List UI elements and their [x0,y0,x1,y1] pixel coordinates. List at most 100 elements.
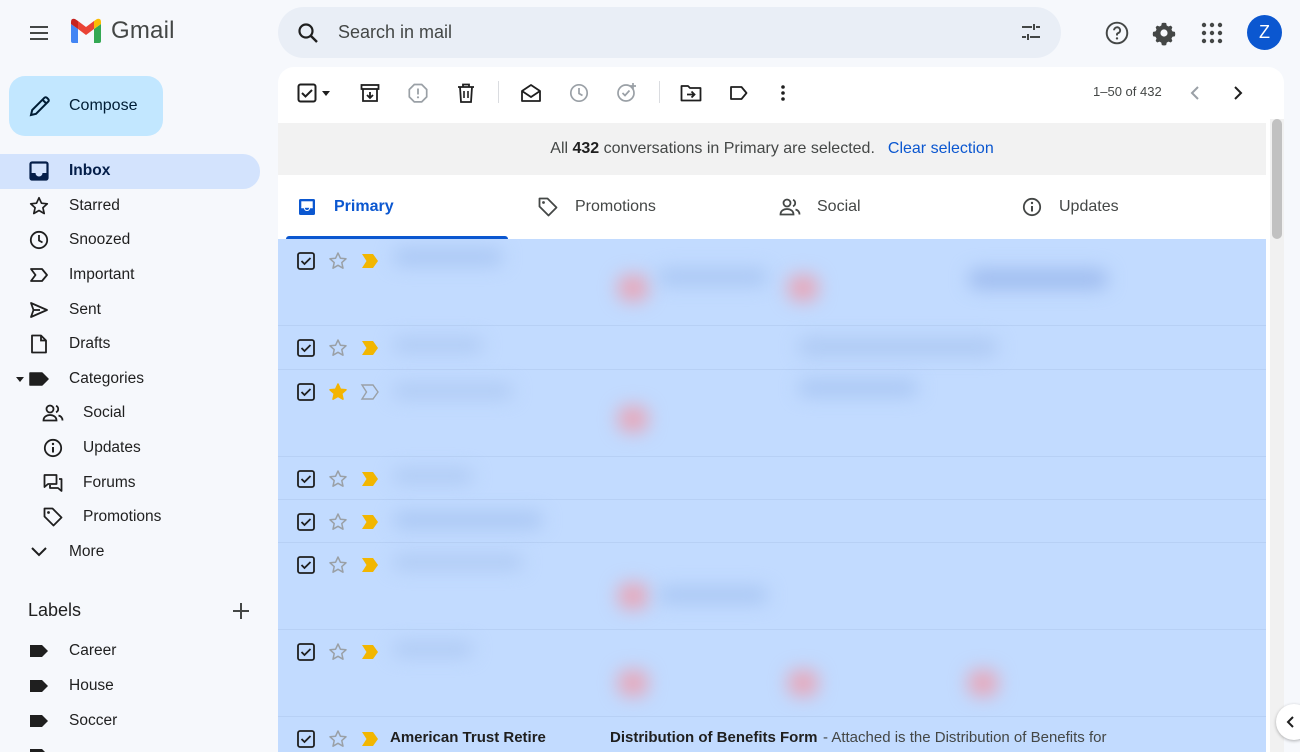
row-checkbox[interactable] [296,338,316,358]
important-marker-icon[interactable] [360,383,380,401]
important-marker-icon[interactable] [360,643,380,661]
sidebar-item-inbox[interactable]: Inbox [0,154,260,189]
newer-page-button[interactable] [1183,81,1207,105]
sidebar-item-promotions[interactable]: Promotions [0,500,260,535]
important-marker-icon[interactable] [360,730,380,748]
star-icon[interactable] [328,338,348,358]
row-checkbox[interactable] [296,555,316,575]
label-item-career[interactable]: Career [0,634,260,668]
report-spam-button[interactable] [406,81,430,105]
email-row[interactable] [278,543,1266,630]
tab-social[interactable]: Social [761,175,991,239]
select-menu-button[interactable] [318,81,334,105]
tab-updates[interactable]: Updates [1003,175,1233,239]
important-marker-icon[interactable] [360,252,380,270]
inbox-icon [28,160,50,182]
row-checkbox[interactable] [296,512,316,532]
label-icon [28,710,50,732]
row-checkbox[interactable] [296,729,316,749]
star-icon[interactable] [328,642,348,662]
compose-button[interactable]: Compose [9,76,163,136]
older-page-button[interactable] [1226,81,1250,105]
row-checkbox[interactable] [296,251,316,271]
email-row[interactable]: American Trust Retire Distribution of Be… [278,717,1266,752]
add-task-icon [617,83,636,102]
app-name: Gmail [111,17,175,44]
search-input[interactable] [338,22,978,43]
row-checkbox[interactable] [296,382,316,402]
sidebar-item-label: Social [83,404,126,422]
blurred-sender [393,555,523,569]
star-icon[interactable] [328,512,348,532]
forum-icon [42,472,64,494]
archive-icon [360,84,380,102]
sidebar-item-label: Forums [83,473,136,491]
email-row[interactable] [278,370,1266,457]
main-menu-button[interactable] [19,13,59,53]
sidebar-item-important[interactable]: Important [0,258,260,293]
label-item-partial[interactable] [0,738,260,752]
support-button[interactable] [1097,13,1137,53]
chevron-down-icon [28,541,50,563]
tab-primary[interactable]: Primary [278,175,508,239]
labels-button[interactable] [727,81,751,105]
search-bar[interactable] [278,7,1061,58]
important-marker-icon[interactable] [360,339,380,357]
sidebar-item-categories[interactable]: Categories [0,362,260,397]
more-actions-button[interactable] [771,81,795,105]
move-to-button[interactable] [679,81,703,105]
scrollbar[interactable] [1270,119,1284,752]
archive-button[interactable] [358,81,382,105]
delete-button[interactable] [454,81,478,105]
spam-icon [408,83,428,103]
account-avatar[interactable]: Z [1247,15,1282,50]
sidebar-item-snoozed[interactable]: Snoozed [0,223,260,258]
sidebar-item-drafts[interactable]: Drafts [0,327,260,362]
sidebar-item-updates[interactable]: Updates [0,431,260,466]
create-label-button[interactable] [228,598,254,624]
sidebar-item-label: More [69,542,105,560]
important-icon [28,264,50,286]
sidebar-item-label: Categories [69,369,144,387]
gmail-logo[interactable]: Gmail [69,17,175,45]
email-row[interactable] [278,457,1266,500]
star-icon[interactable] [328,469,348,489]
star-icon[interactable] [328,555,348,575]
select-all-checkbox[interactable] [295,81,319,105]
scrollbar-thumb[interactable] [1272,119,1282,239]
sidebar-item-social[interactable]: Social [0,396,260,431]
label-item-soccer[interactable]: Soccer [0,704,260,738]
sidebar-item-label: Updates [83,439,141,457]
star-icon[interactable] [328,729,348,749]
snooze-button[interactable] [567,81,591,105]
sidebar-item-label: Snoozed [69,231,131,249]
star-icon[interactable] [328,382,348,402]
row-checkbox[interactable] [296,469,316,489]
important-marker-icon[interactable] [360,556,380,574]
label-item-house[interactable]: House [0,669,260,703]
sidebar-item-label: Promotions [83,508,162,526]
blurred-attachment [618,406,648,432]
search-options-icon[interactable] [1019,20,1043,44]
important-marker-icon[interactable] [360,513,380,531]
clear-selection-link[interactable]: Clear selection [888,140,994,158]
sidebar-item-more[interactable]: More [0,535,260,570]
sidebar-item-forums[interactable]: Forums [0,465,260,500]
star-icon[interactable] [328,251,348,271]
email-row[interactable] [278,630,1266,717]
add-to-tasks-button[interactable] [615,81,639,105]
mark-as-read-button[interactable] [519,81,543,105]
search-icon[interactable] [296,21,320,45]
sidebar-item-starred[interactable]: Starred [0,189,260,224]
tab-promotions[interactable]: Promotions [519,175,749,239]
settings-button[interactable] [1144,13,1184,53]
email-row[interactable] [278,239,1266,326]
apps-button[interactable] [1192,13,1232,53]
sidebar-item-sent[interactable]: Sent [0,292,260,327]
email-row[interactable] [278,500,1266,543]
email-row[interactable] [278,326,1266,370]
row-checkbox[interactable] [296,642,316,662]
info-icon [1021,196,1043,218]
caret-down-icon[interactable] [15,374,25,384]
important-marker-icon[interactable] [360,470,380,488]
